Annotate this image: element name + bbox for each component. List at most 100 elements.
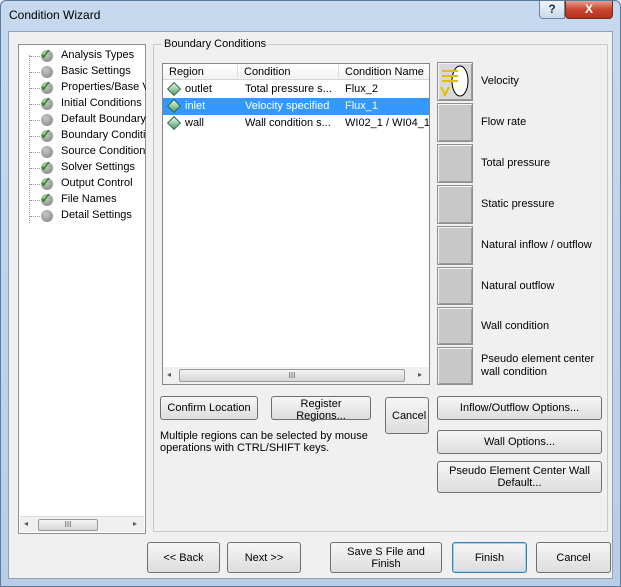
condition-type-button[interactable] [437, 144, 473, 183]
list-horizontal-scrollbar[interactable]: ◂ III ▸ [163, 367, 429, 384]
pending-step-icon [41, 114, 53, 126]
list-scroll-thumb[interactable]: III [179, 369, 405, 382]
cell-name: WI02_1 / WI04_1 [345, 117, 429, 129]
condition-type-label: Flow rate [481, 116, 527, 128]
close-button[interactable]: X [565, 1, 613, 19]
cell-region: wall [185, 117, 204, 129]
scroll-right-arrow-icon[interactable]: ▸ [133, 519, 137, 528]
tree-item-label: Detail Settings [61, 209, 132, 221]
tree-item[interactable]: Detail Settings [19, 208, 146, 224]
table-row[interactable]: wall Wall condition s... WI02_1 / WI04_1 [163, 115, 429, 132]
title-bar[interactable]: Condition Wizard ? X [1, 1, 620, 31]
region-diamond-icon [166, 98, 182, 114]
next-button[interactable]: Next >> [227, 542, 301, 573]
condition-type-button[interactable] [437, 307, 473, 345]
condition-type-label: Natural inflow / outflow [481, 239, 592, 251]
tree-item[interactable]: Default Boundary [19, 112, 146, 128]
help-button[interactable]: ? [539, 1, 565, 19]
column-header-region[interactable]: Region [163, 64, 238, 80]
column-header-condition-name[interactable]: Condition Name [339, 64, 429, 80]
tree-connector [30, 72, 40, 73]
tree-connector [30, 200, 40, 201]
group-label: Boundary Conditions [162, 38, 269, 50]
tree-item-label: File Names [61, 193, 117, 205]
cancel-button[interactable]: Cancel [536, 542, 611, 573]
inflow-outflow-options-button[interactable]: Inflow/Outflow Options... [437, 396, 602, 420]
scroll-right-arrow-icon[interactable]: ▸ [418, 370, 422, 379]
tree-connector [30, 152, 40, 153]
finish-button[interactable]: Finish [452, 542, 527, 573]
tree-scroll-thumb[interactable]: III [38, 519, 98, 531]
pending-step-icon [41, 66, 53, 78]
tree-item-label: Output Control [61, 177, 133, 189]
tree-item[interactable]: ✓ Initial Conditions [19, 96, 146, 112]
cell-name: Flux_1 [345, 100, 379, 112]
tree-item[interactable]: ✓ Solver Settings [19, 160, 146, 176]
checkmark-icon: ✓ [40, 128, 52, 142]
boundary-list[interactable]: Region Condition Condition Name outlet To… [162, 63, 430, 385]
tree-item[interactable]: ✓ Output Control [19, 176, 146, 192]
condition-type-button[interactable] [437, 185, 473, 224]
table-row[interactable]: outlet Total pressure s... Flux_2 [163, 81, 429, 98]
pseudo-element-center-wall-default-button[interactable]: Pseudo Element Center Wall Default... [437, 461, 602, 493]
condition-type-label: Total pressure [481, 157, 551, 169]
tree-connector [30, 88, 40, 89]
condition-type-button[interactable] [437, 103, 473, 142]
cell-condition: Total pressure s... [245, 83, 332, 95]
tree-item[interactable]: ✓ File Names [19, 192, 146, 208]
tree-item[interactable]: Source Conditions [19, 144, 146, 160]
tree-item-label: Properties/Base V [61, 81, 146, 93]
tree-item-label: Analysis Types [61, 49, 135, 61]
tree-connector [30, 168, 40, 169]
region-diamond-icon [166, 115, 182, 131]
cell-name: Flux_2 [345, 83, 379, 95]
condition-type-button[interactable] [437, 62, 473, 101]
scroll-left-arrow-icon[interactable]: ◂ [167, 370, 171, 379]
scroll-left-arrow-icon[interactable]: ◂ [24, 519, 28, 528]
pending-step-icon [41, 210, 53, 222]
condition-type-label: Wall condition [481, 320, 550, 332]
checkmark-icon: ✓ [40, 192, 52, 206]
tree-item[interactable]: ✓ Analysis Types [19, 48, 146, 64]
condition-type-button[interactable] [437, 267, 473, 305]
cell-condition: Wall condition s... [245, 117, 331, 129]
confirm-location-button[interactable]: Confirm Location [160, 396, 258, 420]
tree-item-label: Initial Conditions [61, 97, 142, 109]
tree-item-label: Boundary Conditio [61, 129, 146, 141]
table-row[interactable]: inlet Velocity specified Flux_1 [163, 98, 429, 115]
region-cancel-button[interactable]: Cancel [385, 397, 429, 434]
tree-item[interactable]: Basic Settings [19, 64, 146, 80]
condition-type-label: Velocity [481, 75, 519, 87]
condition-type-button[interactable] [437, 226, 473, 265]
checkmark-icon: ✓ [40, 48, 52, 62]
condition-type-label: Pseudo element center wall condition [481, 353, 595, 378]
velocity-icon [440, 65, 469, 98]
cell-condition: Velocity specified [245, 100, 330, 112]
condition-type-label: Natural outflow [481, 280, 555, 292]
window-title: Condition Wizard [9, 8, 101, 22]
wall-options-button[interactable]: Wall Options... [437, 430, 602, 454]
save-s-file-and-finish-button[interactable]: Save S File and Finish [330, 542, 442, 573]
checkmark-icon: ✓ [40, 160, 52, 174]
condition-type-label: Static pressure [481, 198, 555, 210]
cell-region: outlet [185, 83, 212, 95]
wizard-step-tree[interactable]: ✓ Analysis Types Basic Settings ✓ Properties… [18, 44, 146, 534]
tree-item-label: Default Boundary [61, 113, 146, 125]
tree-item[interactable]: ✓ Properties/Base V [19, 80, 146, 96]
tree-item[interactable]: ✓ Boundary Conditio [19, 128, 146, 144]
tree-connector [30, 184, 40, 185]
region-diamond-icon [166, 81, 182, 97]
register-regions-button[interactable]: Register Regions... [271, 396, 371, 422]
tree-connector [30, 216, 40, 217]
pending-step-icon [41, 146, 53, 158]
condition-wizard-window: Condition Wizard ? X ✓ Analysis Types Basi… [0, 0, 621, 587]
list-header: Region Condition Condition Name [163, 64, 429, 80]
tree-connector [30, 120, 40, 121]
tree-connector [30, 136, 40, 137]
tree-connector [30, 56, 40, 57]
tree-item-label: Source Conditions [61, 145, 146, 157]
column-header-condition[interactable]: Condition [238, 64, 339, 80]
back-button[interactable]: << Back [147, 542, 220, 573]
condition-type-button[interactable] [437, 347, 473, 385]
tree-horizontal-scrollbar[interactable]: ◂ III ▸ [20, 516, 144, 532]
